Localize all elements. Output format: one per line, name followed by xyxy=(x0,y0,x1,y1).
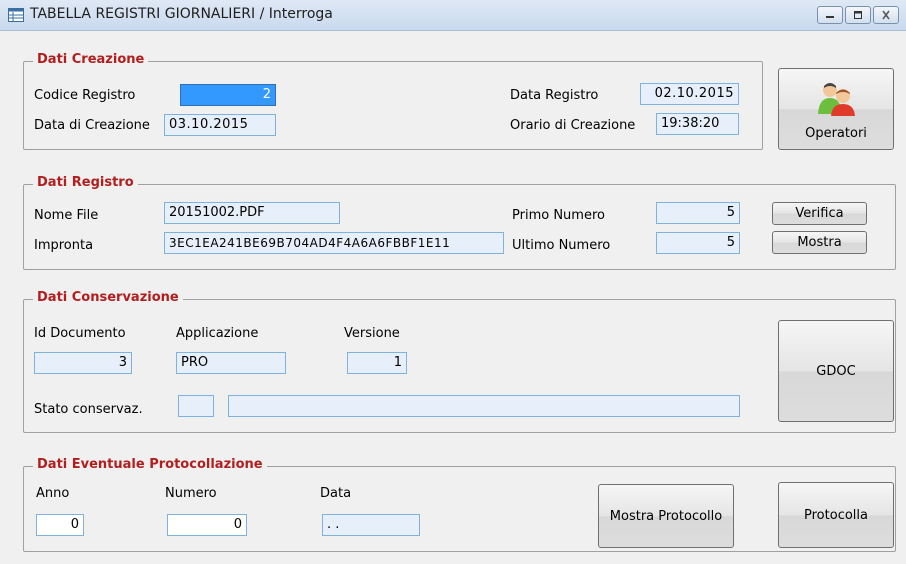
dati-registro-group xyxy=(23,184,896,270)
operatori-button[interactable]: Operatori xyxy=(778,68,894,150)
dati-conservazione-legend: Dati Conservazione xyxy=(33,290,183,305)
title-bar[interactable]: TABELLA REGISTRI GIORNALIERI / Interroga xyxy=(0,0,906,31)
data-protocollo-field[interactable]: . . xyxy=(322,514,420,536)
stato-code-field[interactable] xyxy=(178,395,214,417)
orario-creazione-label: Orario di Creazione xyxy=(510,118,636,133)
impronta-label: Impronta xyxy=(34,238,94,253)
codice-registro-label: Codice Registro xyxy=(34,88,136,103)
primo-numero-label: Primo Numero xyxy=(512,208,605,223)
id-documento-field[interactable]: 3 xyxy=(34,352,132,374)
gdoc-button[interactable]: GDOC xyxy=(778,320,894,422)
dati-registro-legend: Dati Registro xyxy=(33,175,138,190)
dati-protocollazione-legend: Dati Eventuale Protocollazione xyxy=(33,457,267,472)
stato-description-field[interactable] xyxy=(228,395,740,417)
close-icon xyxy=(882,10,890,20)
numero-field[interactable]: 0 xyxy=(167,514,247,536)
codice-registro-field[interactable]: 2 xyxy=(180,84,276,106)
mostra-protocollo-button[interactable]: Mostra Protocollo xyxy=(598,484,734,548)
anno-field[interactable]: 0 xyxy=(36,514,84,536)
dati-creazione-legend: Dati Creazione xyxy=(33,52,149,67)
versione-field[interactable]: 1 xyxy=(347,352,407,374)
ultimo-numero-label: Ultimo Numero xyxy=(512,238,611,253)
stato-conservazione-label: Stato conservaz. xyxy=(34,402,143,417)
mostra-button[interactable]: Mostra xyxy=(772,231,867,254)
operatori-button-label: Operatori xyxy=(805,126,867,141)
data-protocollo-label: Data xyxy=(320,486,352,501)
maximize-icon xyxy=(854,11,862,19)
data-creazione-field[interactable]: 03.10.2015 xyxy=(164,114,276,136)
dati-creazione-group xyxy=(23,61,763,150)
applicazione-label: Applicazione xyxy=(176,326,259,341)
applicazione-field[interactable]: PRO xyxy=(176,352,286,374)
users-icon xyxy=(815,80,857,120)
nome-file-field[interactable]: 20151002.PDF xyxy=(164,202,340,224)
table-window-icon xyxy=(8,8,24,22)
versione-label: Versione xyxy=(344,326,400,341)
primo-numero-field[interactable]: 5 xyxy=(656,202,740,224)
id-documento-label: Id Documento xyxy=(34,326,126,341)
window-title: TABELLA REGISTRI GIORNALIERI / Interroga xyxy=(30,6,333,22)
anno-label: Anno xyxy=(36,486,70,501)
maximize-button[interactable] xyxy=(845,6,871,24)
minimize-icon xyxy=(826,16,834,18)
protocolla-button[interactable]: Protocolla xyxy=(778,482,894,548)
impronta-field[interactable]: 3EC1EA241BE69B704AD4F4A6A6FBBF1E11 xyxy=(164,232,504,254)
verifica-button[interactable]: Verifica xyxy=(772,202,867,225)
close-button[interactable] xyxy=(873,6,899,24)
dati-protocollazione-group xyxy=(23,466,896,552)
data-registro-label: Data Registro xyxy=(510,88,599,103)
data-registro-field[interactable]: 02.10.2015 xyxy=(640,83,739,105)
data-creazione-label: Data di Creazione xyxy=(34,118,150,133)
numero-label: Numero xyxy=(165,486,217,501)
orario-creazione-field[interactable]: 19:38:20 xyxy=(656,113,739,135)
minimize-button[interactable] xyxy=(817,6,843,24)
ultimo-numero-field[interactable]: 5 xyxy=(656,232,740,254)
nome-file-label: Nome File xyxy=(34,208,99,223)
